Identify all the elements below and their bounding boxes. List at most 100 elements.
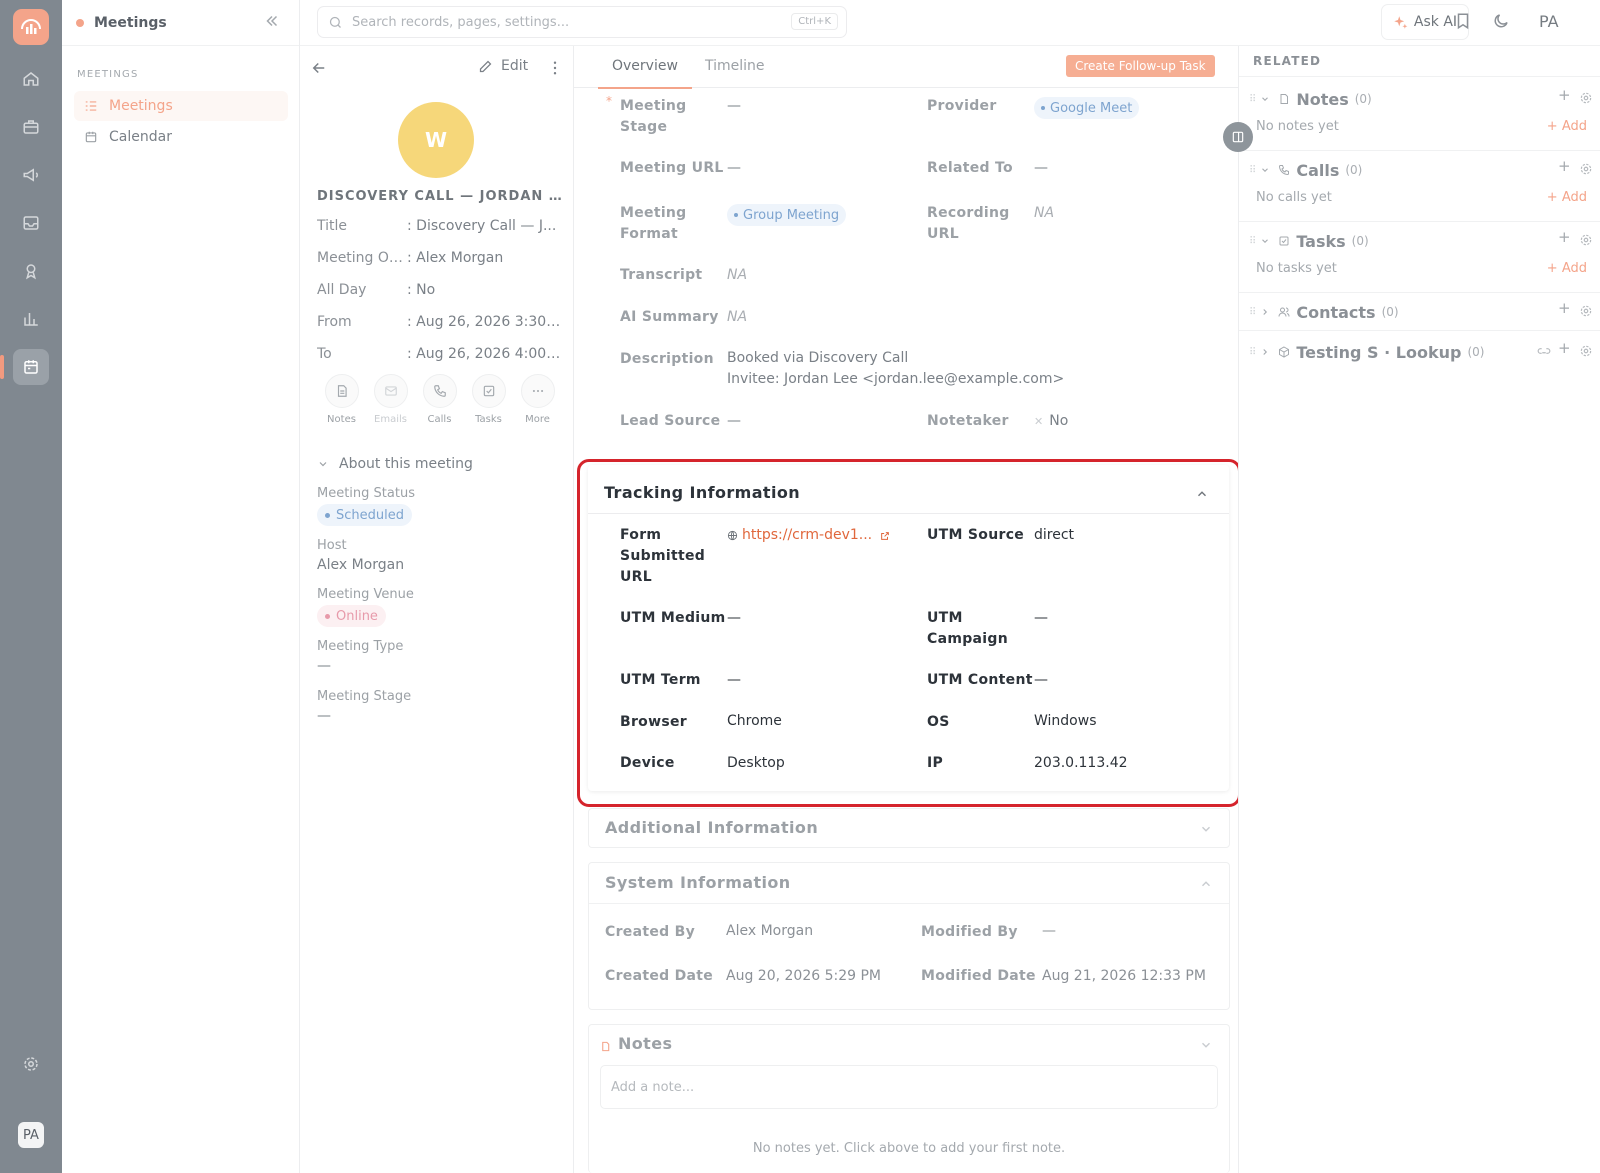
analytics-icon[interactable] [13, 301, 49, 337]
gear-icon[interactable] [1579, 233, 1593, 247]
lead-source-value: — [727, 413, 741, 429]
nav-item-meetings[interactable]: Meetings [74, 91, 288, 121]
additional-title: Additional Information [605, 818, 819, 837]
action-emails[interactable]: Emails [366, 374, 415, 425]
action-calls[interactable]: Calls [415, 374, 464, 425]
add-note-link[interactable]: + Add [1547, 119, 1587, 134]
collapse-sidebar-icon[interactable] [263, 12, 281, 30]
chevron-up-icon[interactable] [1199, 877, 1213, 891]
action-tasks[interactable]: Tasks [464, 374, 513, 425]
bookmark-icon[interactable] [1454, 12, 1472, 30]
about-section-toggle[interactable]: About this meeting [317, 456, 473, 472]
utm-term-key: UTM Term [620, 672, 701, 688]
add-call-link[interactable]: + Add [1547, 190, 1587, 205]
meeting-format-key: Meeting Format [620, 205, 687, 242]
action-more[interactable]: More [513, 374, 562, 425]
plus-icon[interactable]: + [1558, 228, 1571, 246]
utm-term-value: — [727, 672, 741, 688]
briefcase-icon[interactable] [13, 109, 49, 145]
external-link-icon[interactable] [880, 531, 890, 541]
related-header-calls[interactable]: ⠿ Calls (0) [1249, 157, 1362, 183]
plus-icon[interactable]: + [1558, 339, 1571, 357]
notetaker-key: Notetaker [927, 413, 1009, 429]
status-text: Scheduled [336, 507, 404, 523]
drag-handle-icon[interactable]: ⠿ [1249, 236, 1256, 247]
add-note-input[interactable]: Add a note... [600, 1065, 1218, 1109]
ip-key: IP [927, 755, 944, 771]
related-section-tasks: ⠿ Tasks (0) + No tasks yet + Add [1239, 228, 1600, 290]
format-text: Group Meeting [743, 207, 840, 223]
plus-icon[interactable]: + [1558, 299, 1571, 317]
tracking-information-card: Tracking Information Form Submitted URL … [588, 465, 1229, 791]
nav-item-calendar[interactable]: Calendar [74, 122, 288, 152]
global-search[interactable]: Search records, pages, settings... Ctrl+… [317, 6, 847, 38]
home-icon[interactable] [13, 61, 49, 97]
link-icon[interactable] [1537, 344, 1551, 358]
toggle-panel-button[interactable] [1223, 122, 1253, 152]
calendar-icon[interactable] [0, 349, 49, 385]
plus-icon[interactable]: + [1558, 157, 1571, 175]
venue-text: Online [336, 608, 378, 624]
moon-icon[interactable] [1492, 12, 1510, 30]
meeting-stage-label: Meeting Stage [317, 689, 412, 704]
search-shortcut: Ctrl+K [791, 13, 838, 30]
chevron-down-icon [1262, 239, 1269, 244]
related-header-testing-lookup[interactable]: ⠿ Testing S · Lookup (0) [1249, 339, 1484, 365]
megaphone-icon[interactable] [13, 157, 49, 193]
related-header-contacts[interactable]: ⠿ Contacts (0) [1249, 299, 1399, 325]
related-to-key: Related To [927, 160, 1013, 176]
drag-handle-icon[interactable]: ⠿ [1249, 307, 1256, 318]
form-submitted-url-key: Form Submitted URL [620, 527, 706, 585]
chevron-down-icon[interactable] [1199, 1038, 1213, 1052]
cube-icon [1279, 346, 1290, 358]
settings-icon[interactable] [13, 1046, 49, 1082]
edit-button[interactable]: Edit [478, 58, 528, 74]
gear-icon[interactable] [1579, 91, 1593, 105]
user-avatar[interactable]: PA [18, 1122, 44, 1148]
additional-information-card[interactable]: Additional Information [588, 808, 1230, 848]
action-notes[interactable]: Notes [317, 374, 366, 425]
divider [1239, 330, 1600, 331]
system-information-card: System Information Created By Alex Morga… [588, 862, 1230, 1010]
record-summary: Edit W DISCOVERY CALL — JORDAN L... Titl… [300, 46, 574, 1173]
ask-ai-label: Ask AI [1413, 14, 1458, 30]
award-icon[interactable] [13, 253, 49, 289]
description-line-1: Booked via Discovery Call [727, 350, 909, 366]
plus-icon[interactable]: + [1558, 86, 1571, 104]
create-follow-up-task-button[interactable]: Create Follow-up Task [1066, 55, 1215, 77]
divider [588, 513, 1229, 514]
meeting-type-value: — [317, 658, 331, 674]
required-marker: * [606, 94, 612, 108]
related-header-notes[interactable]: ⠿ Notes (0) [1249, 86, 1372, 112]
utm-content-value: — [1034, 672, 1048, 688]
gear-icon[interactable] [1579, 344, 1593, 358]
created-by-value: Alex Morgan [726, 923, 814, 939]
drag-handle-icon[interactable]: ⠿ [1249, 94, 1256, 105]
related-count: (0) [1345, 163, 1363, 177]
drag-handle-icon[interactable]: ⠿ [1249, 165, 1256, 176]
drag-handle-icon[interactable]: ⠿ [1249, 347, 1256, 358]
form-url-link[interactable]: https://crm-dev1... [742, 525, 872, 546]
related-name: Tasks [1296, 231, 1346, 251]
os-key: OS [927, 714, 950, 730]
utm-source-value: direct [1034, 527, 1075, 543]
provider-text: Google Meet [1050, 100, 1133, 116]
tab-timeline[interactable]: Timeline [705, 58, 765, 74]
transcript-value: NA [727, 267, 748, 283]
related-header-tasks[interactable]: ⠿ Tasks (0) [1249, 228, 1369, 254]
add-task-link[interactable]: + Add [1547, 261, 1587, 276]
more-vertical-icon[interactable] [546, 59, 564, 77]
app-logo[interactable] [13, 9, 49, 45]
chevron-down-icon[interactable] [1199, 822, 1213, 836]
gear-icon[interactable] [1579, 162, 1593, 176]
inbox-icon[interactable] [13, 205, 49, 241]
utm-source-key: UTM Source [927, 527, 1025, 543]
related-section-testing-lookup: ⠿ Testing S · Lookup (0) + [1239, 339, 1600, 369]
user-initials[interactable]: PA [1539, 12, 1559, 31]
note-icon [602, 1041, 610, 1052]
tab-overview[interactable]: Overview [598, 58, 692, 89]
chevron-up-icon[interactable] [1195, 487, 1209, 501]
back-arrow-icon[interactable] [310, 59, 328, 77]
field-from: From: Aug 26, 2026 3:30 ... [317, 314, 562, 330]
gear-icon[interactable] [1579, 304, 1593, 318]
